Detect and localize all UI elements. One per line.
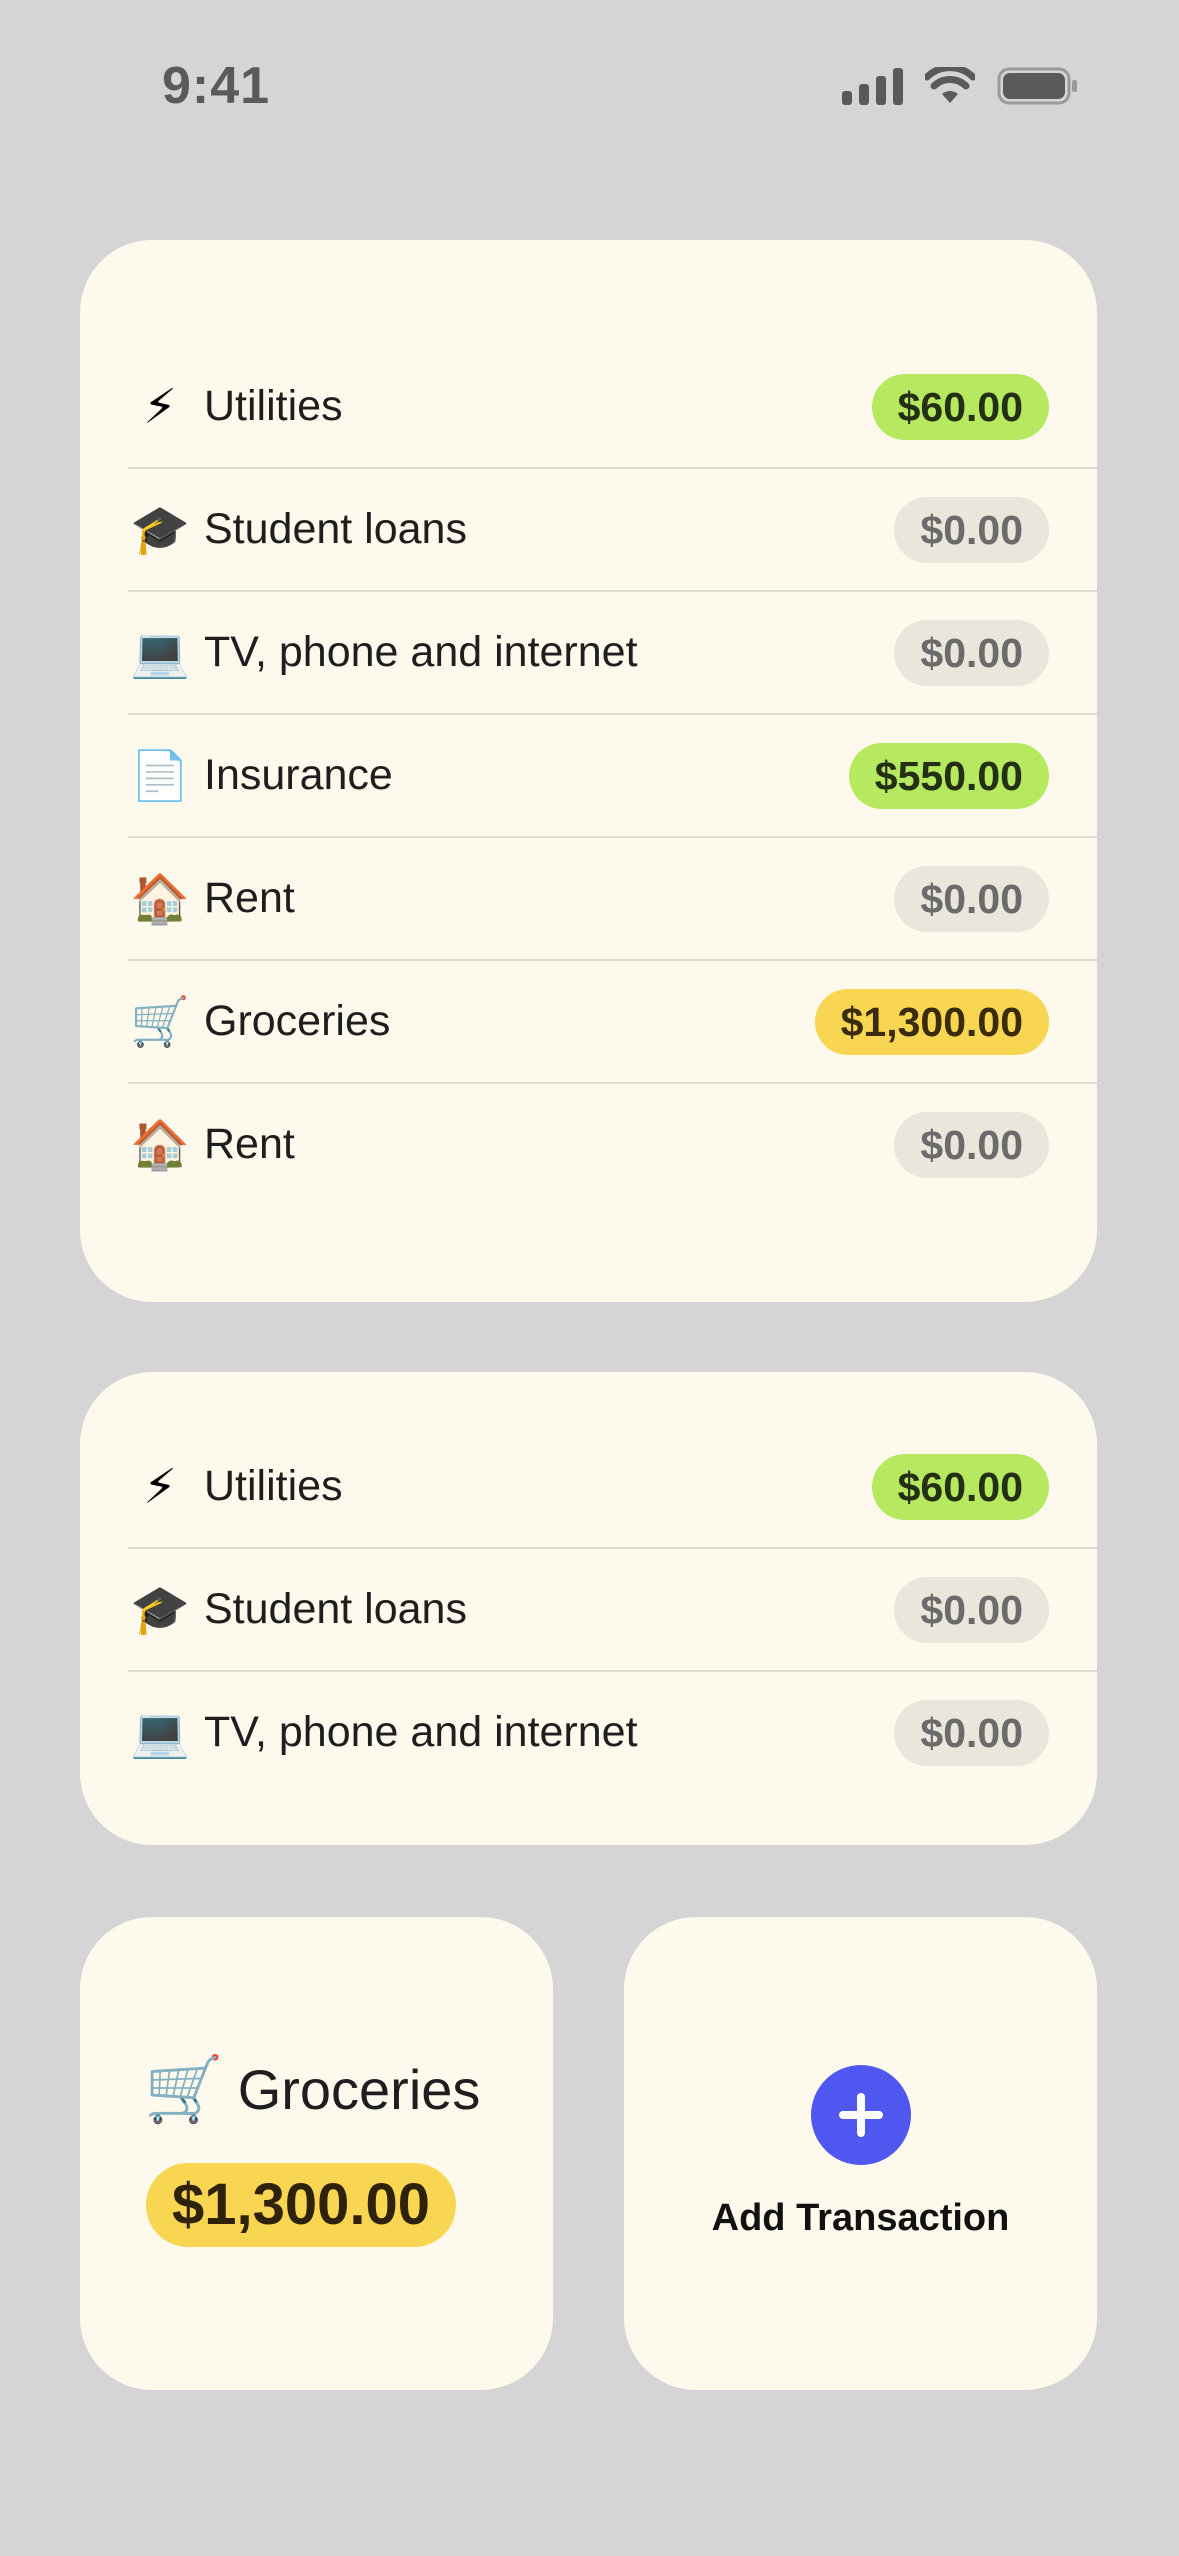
home-screen: 9:41 ⚡ Utilities $60.00 🎓 Student loans bbox=[0, 0, 1179, 2556]
amount-badge: $0.00 bbox=[894, 1576, 1049, 1643]
groceries-widget[interactable]: 🛒 Groceries $1,300.00 bbox=[80, 1917, 553, 2390]
groceries-label: Groceries bbox=[237, 2058, 481, 2121]
graduation-cap-icon: 🎓 bbox=[130, 501, 190, 558]
cellular-signal-icon bbox=[842, 67, 903, 105]
budget-row-tv-phone-internet[interactable]: 💻 TV, phone and internet $0.00 bbox=[128, 1670, 1097, 1793]
amount-badge: $0.00 bbox=[894, 496, 1049, 563]
plus-icon[interactable] bbox=[811, 2065, 911, 2165]
amount-badge: $550.00 bbox=[848, 742, 1049, 809]
amount-badge: $1,300.00 bbox=[814, 988, 1049, 1055]
status-time: 9:41 bbox=[162, 57, 271, 115]
budget-row-student-loans[interactable]: 🎓 Student loans $0.00 bbox=[128, 1547, 1097, 1670]
category-label: Insurance bbox=[204, 751, 393, 799]
amount-badge: $0.00 bbox=[894, 1699, 1049, 1766]
category-label: Rent bbox=[204, 1120, 295, 1168]
budget-row-rent[interactable]: 🏠 Rent $0.00 bbox=[128, 836, 1097, 959]
lightning-icon: ⚡ bbox=[143, 378, 177, 435]
budget-row-rent[interactable]: 🏠 Rent $0.00 bbox=[128, 1082, 1097, 1205]
budget-row-tv-phone-internet[interactable]: 💻 TV, phone and internet $0.00 bbox=[128, 590, 1097, 713]
shopping-cart-icon: 🛒 bbox=[130, 993, 190, 1050]
category-label: Utilities bbox=[204, 1462, 343, 1510]
status-icons bbox=[842, 66, 1079, 106]
large-budget-widget[interactable]: ⚡ Utilities $60.00 🎓 Student loans $0.00… bbox=[80, 240, 1097, 1302]
house-icon: 🏠 bbox=[130, 1116, 190, 1173]
battery-icon bbox=[997, 67, 1077, 105]
house-icon: 🏠 bbox=[130, 870, 190, 927]
groceries-title: 🛒 Groceries bbox=[144, 2057, 480, 2122]
document-icon: 📄 bbox=[130, 747, 190, 804]
wifi-icon bbox=[925, 67, 975, 103]
add-transaction-widget[interactable]: Add Transaction bbox=[624, 1917, 1097, 2390]
amount-badge: $0.00 bbox=[894, 619, 1049, 686]
category-label: Utilities bbox=[204, 382, 343, 430]
graduation-cap-icon: 🎓 bbox=[130, 1581, 190, 1638]
budget-row-insurance[interactable]: 📄 Insurance $550.00 bbox=[128, 713, 1097, 836]
budget-row-student-loans[interactable]: 🎓 Student loans $0.00 bbox=[128, 467, 1097, 590]
budget-row-utilities[interactable]: ⚡ Utilities $60.00 bbox=[128, 346, 1097, 467]
category-label: TV, phone and internet bbox=[204, 628, 638, 676]
medium-budget-widget[interactable]: ⚡ Utilities $60.00 🎓 Student loans $0.00… bbox=[80, 1372, 1097, 1845]
amount-badge: $60.00 bbox=[871, 1453, 1049, 1520]
budget-row-utilities[interactable]: ⚡ Utilities $60.00 bbox=[128, 1426, 1097, 1547]
lightning-icon: ⚡ bbox=[143, 1458, 177, 1515]
shopping-cart-icon: 🛒 bbox=[144, 2052, 224, 2127]
category-label: Rent bbox=[204, 874, 295, 922]
large-budget-list: ⚡ Utilities $60.00 🎓 Student loans $0.00… bbox=[128, 346, 1097, 1205]
groceries-amount-badge: $1,300.00 bbox=[146, 2163, 457, 2247]
amount-badge: $60.00 bbox=[871, 373, 1049, 440]
laptop-icon: 💻 bbox=[130, 1704, 190, 1761]
add-transaction-label: Add Transaction bbox=[711, 2197, 1010, 2239]
amount-badge: $0.00 bbox=[894, 865, 1049, 932]
amount-badge: $0.00 bbox=[894, 1111, 1049, 1178]
budget-row-groceries[interactable]: 🛒 Groceries $1,300.00 bbox=[128, 959, 1097, 1082]
category-label: Student loans bbox=[204, 505, 467, 553]
category-label: TV, phone and internet bbox=[204, 1708, 638, 1756]
medium-budget-list: ⚡ Utilities $60.00 🎓 Student loans $0.00… bbox=[128, 1426, 1097, 1793]
category-label: Groceries bbox=[204, 997, 391, 1045]
category-label: Student loans bbox=[204, 1585, 467, 1633]
laptop-icon: 💻 bbox=[130, 624, 190, 681]
